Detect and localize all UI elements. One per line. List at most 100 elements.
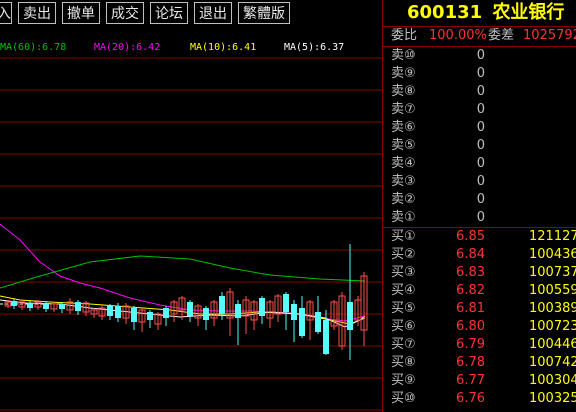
buy-order-volume: 100559: [529, 283, 576, 298]
candle-body: [59, 304, 65, 309]
buy-order-label: 买①: [391, 229, 416, 244]
sell-order-label: 卖⑤: [391, 138, 416, 153]
buy-order-volume: 100446: [529, 337, 576, 352]
buy-order-row[interactable]: 买⑤ 6.81 100389: [383, 300, 576, 318]
buy-order-row[interactable]: 买④ 6.82 100559: [383, 282, 576, 300]
buy-order-volume: 100723: [529, 319, 576, 334]
candle-body: [187, 302, 193, 316]
buy-order-label: 买⑦: [391, 337, 416, 352]
buy-order-row[interactable]: 买⑩ 6.76 100325: [383, 390, 576, 408]
sell-order-price: 0: [476, 174, 485, 189]
sell-order-price: 0: [476, 210, 485, 225]
buy-order-price: 6.84: [456, 247, 485, 262]
buy-order-volume: 100436: [529, 247, 576, 262]
buy-order-label: 买⑨: [391, 373, 416, 388]
sell-order-label: 卖⑥: [391, 120, 416, 135]
sell-order-label: 卖⑨: [391, 66, 416, 81]
buy-order-row[interactable]: 买③ 6.83 100737: [383, 264, 576, 282]
candle-body: [11, 301, 17, 306]
ma20-label: MA(20):6.42: [94, 42, 161, 53]
sell-order-row[interactable]: 卖⑥ 0: [383, 119, 576, 137]
trades-button[interactable]: 成交: [106, 2, 144, 24]
candle-body: [259, 298, 265, 316]
buy-order-label: 买②: [391, 247, 416, 262]
buy-order-volume: 100304: [529, 373, 576, 388]
sell-button[interactable]: 卖出: [18, 2, 56, 24]
candle-body: [147, 312, 153, 320]
candle-body: [43, 303, 49, 309]
sell-order-price: 0: [476, 102, 485, 117]
sell-order-row[interactable]: 卖⑩ 0: [383, 47, 576, 65]
candle-body: [203, 308, 209, 320]
sell-order-price: 0: [476, 84, 485, 99]
cancel-order-button[interactable]: 撤单: [62, 2, 100, 24]
candle-body: [235, 304, 241, 318]
sell-order-label: 卖⑦: [391, 102, 416, 117]
forum-button[interactable]: 论坛: [150, 2, 188, 24]
stock-name: 农业银行: [492, 2, 565, 23]
weicha-label: 委差: [488, 28, 515, 43]
sell-order-price: 0: [476, 120, 485, 135]
sell-order-row[interactable]: 卖⑧ 0: [383, 83, 576, 101]
sell-order-row[interactable]: 卖② 0: [383, 191, 576, 209]
buy-order-label: 买⑤: [391, 301, 416, 316]
buy-order-label: 买⑩: [391, 391, 416, 406]
stock-code: 600131: [407, 2, 483, 23]
ma10-label: MA(10):6.41: [190, 42, 257, 53]
buy-order-price: 6.85: [456, 229, 485, 244]
ma5-label: MA(5):6.37: [284, 42, 345, 53]
buy-order-row[interactable]: 买⑧ 6.78 100742: [383, 354, 576, 372]
candle-body: [299, 308, 305, 336]
candle-body: [75, 302, 81, 311]
buy-order-row[interactable]: 买⑨ 6.77 100304: [383, 372, 576, 390]
candle-body: [115, 306, 121, 318]
buy-order-label: 买⑧: [391, 355, 416, 370]
buy-order-price: 6.79: [456, 337, 485, 352]
buy-order-price: 6.82: [456, 283, 485, 298]
candle-body: [283, 294, 289, 312]
buy-order-row[interactable]: 买② 6.84 100436: [383, 246, 576, 264]
buy-order-price: 6.76: [456, 391, 485, 406]
sell-order-label: 卖②: [391, 192, 416, 207]
kline-chart[interactable]: [0, 26, 382, 412]
sell-order-row[interactable]: 卖④ 0: [383, 155, 576, 173]
candle-body: [107, 306, 113, 316]
candle-body: [131, 308, 137, 322]
sell-order-label: 卖④: [391, 156, 416, 171]
sell-order-row[interactable]: 卖⑨ 0: [383, 65, 576, 83]
candle-body: [291, 304, 297, 320]
traditional-chinese-button[interactable]: 繁體版: [238, 2, 290, 24]
exit-button[interactable]: 退出: [194, 2, 232, 24]
sell-order-price: 0: [476, 138, 485, 153]
sell-order-row[interactable]: 卖③ 0: [383, 173, 576, 191]
sell-order-price: 0: [476, 66, 485, 81]
buy-order-label: 买④: [391, 283, 416, 298]
buy-order-row[interactable]: 买① 6.85 121127: [383, 228, 576, 246]
buy-order-price: 6.77: [456, 373, 485, 388]
candle-body: [163, 308, 169, 318]
candle-body: [27, 303, 33, 308]
sell-order-row[interactable]: 卖⑦ 0: [383, 101, 576, 119]
candle-body: [219, 296, 225, 314]
buy-button[interactable]: 入: [0, 2, 12, 24]
ratio-row: 委比 100.00% 委差 1025792: [383, 26, 576, 46]
buy-order-price: 6.81: [456, 301, 485, 316]
sell-order-label: 卖①: [391, 210, 416, 225]
candle-body: [323, 320, 329, 354]
ma60-label: MA(60):6.78: [0, 42, 67, 53]
sell-order-label: 卖⑩: [391, 48, 416, 63]
order-book-panel: 600131 农业银行 委比 100.00% 委差 1025792 卖⑩ 0 卖⑨ 0…: [383, 0, 576, 412]
sell-order-price: 0: [476, 48, 485, 63]
sell-order-price: 0: [476, 156, 485, 171]
buy-order-row[interactable]: 买⑥ 6.80 100723: [383, 318, 576, 336]
buy-order-row[interactable]: 买⑦ 6.79 100446: [383, 336, 576, 354]
weibi-value: 100.00%: [429, 28, 487, 43]
stock-title: 600131 农业银行: [383, 0, 576, 26]
buy-order-price: 6.78: [456, 355, 485, 370]
buy-order-volume: 100737: [529, 265, 576, 280]
buy-order-volume: 100389: [529, 301, 576, 316]
buy-order-price: 6.80: [456, 319, 485, 334]
sell-order-row[interactable]: 卖① 0: [383, 209, 576, 227]
buy-order-price: 6.83: [456, 265, 485, 280]
sell-order-row[interactable]: 卖⑤ 0: [383, 137, 576, 155]
